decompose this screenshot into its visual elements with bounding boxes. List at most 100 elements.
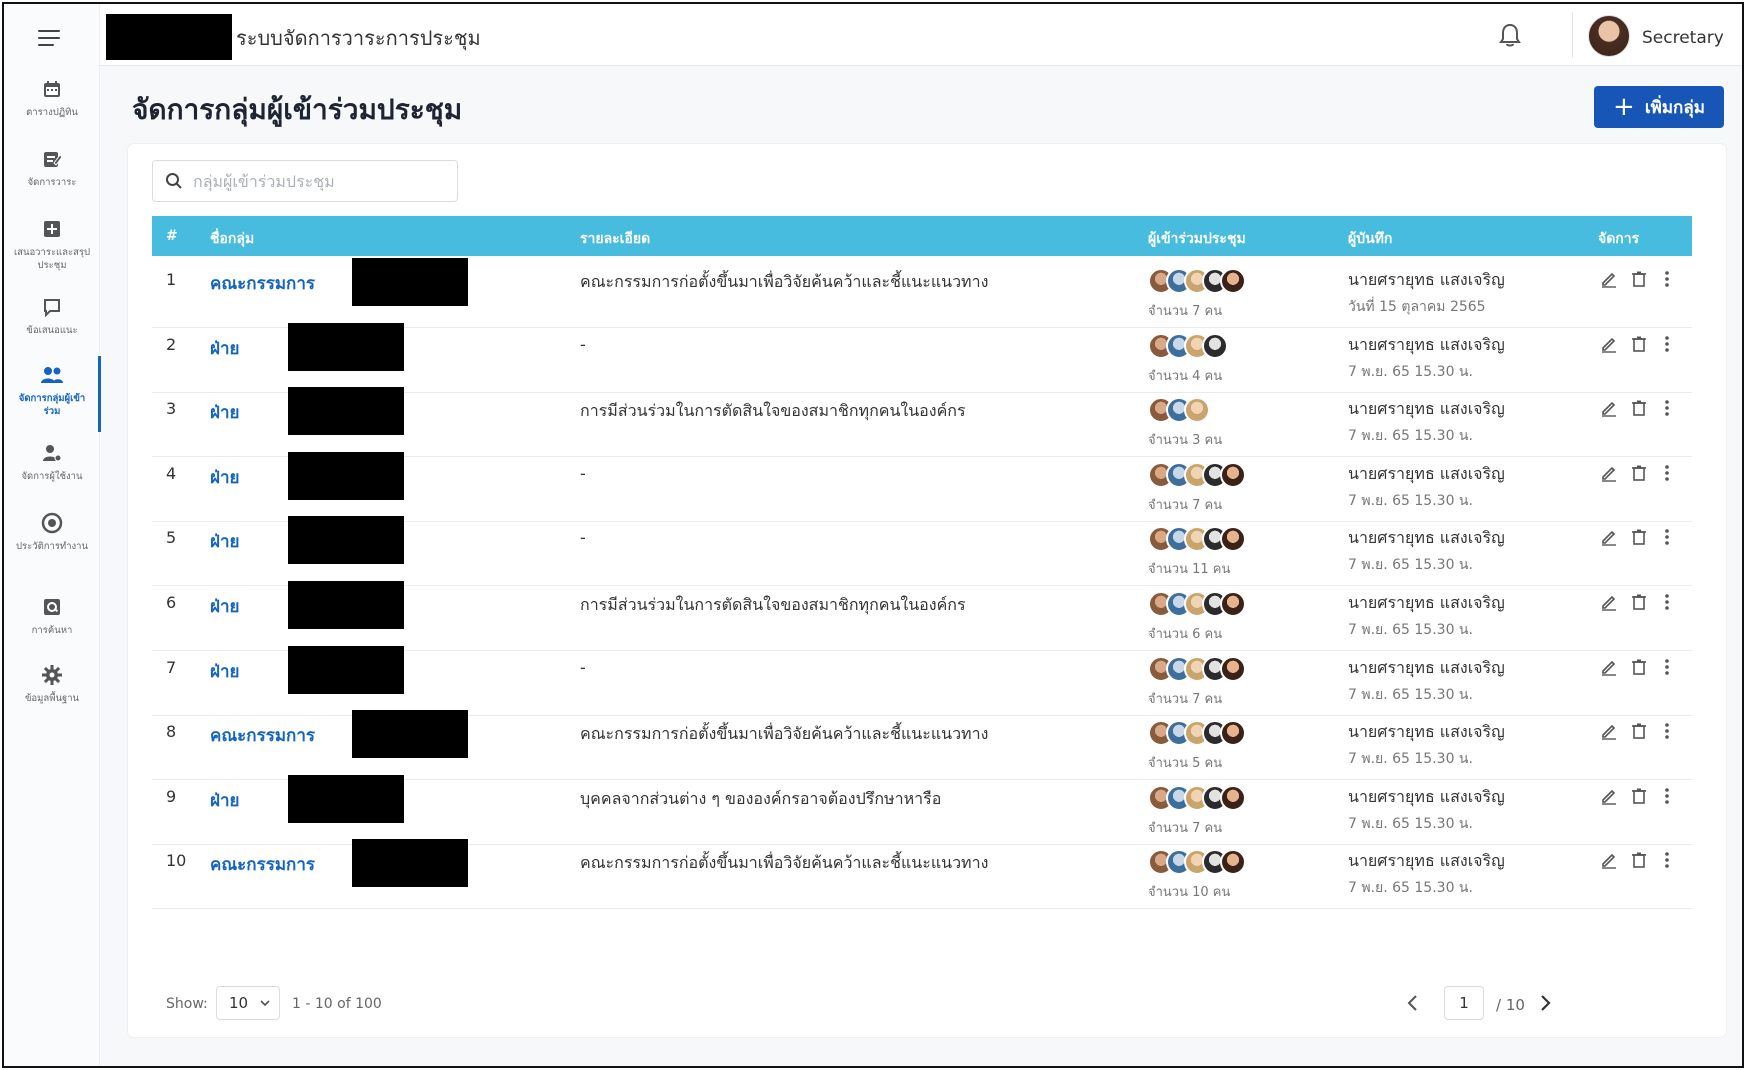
groups-card: # ชื่อกลุ่ม รายละเอียด ผู้เข้าร่วมประชุม… (128, 144, 1726, 1037)
group-name-link[interactable]: ฝ่าย (210, 658, 239, 685)
trash-icon[interactable] (1628, 526, 1650, 548)
sidebar-item-users[interactable]: จัดการผู้ใช้งาน (4, 440, 100, 483)
group-name-link[interactable]: ฝ่าย (210, 464, 239, 491)
group-description: คณะกรรมการก่อตั้งขึ้นมาเพื่อวิจัยค้นคว้า… (580, 853, 989, 873)
redacted-name (352, 839, 468, 888)
trash-icon[interactable] (1628, 268, 1650, 290)
group-name-link[interactable]: คณะกรรมการ (210, 851, 315, 878)
group-description: คณะกรรมการก่อตั้งขึ้นมาเพื่อวิจัยค้นคว้า… (580, 272, 989, 291)
sidebar-item-label: ข้อเสนอแนะ (26, 325, 78, 336)
recorder-name: นายศรายุทธ แสงเจริญ (1348, 722, 1505, 742)
redacted-name (288, 322, 404, 371)
group-name-link[interactable]: ฝ่าย (210, 787, 239, 814)
edit-icon[interactable] (1598, 397, 1620, 419)
redacted-name (352, 258, 468, 306)
trash-icon[interactable] (1628, 656, 1650, 678)
trash-icon[interactable] (1628, 333, 1650, 355)
more-vert-icon[interactable] (1656, 397, 1678, 419)
more-vert-icon[interactable] (1656, 720, 1678, 742)
member-count: จำนวน 7 คน (1148, 691, 1223, 707)
edit-icon[interactable] (1598, 268, 1620, 290)
table-row: 10 คณะกรรมการ คณะกรรมการก่อตั้งขึ้นมาเพื่อ… (152, 837, 1692, 910)
search-box[interactable] (152, 160, 458, 202)
chevron-left-icon[interactable] (1402, 992, 1424, 1014)
sidebar-item-search[interactable]: การค้นหา (4, 594, 100, 637)
user-name[interactable]: Secretary (1642, 28, 1724, 48)
col-header-members[interactable]: ผู้เข้าร่วมประชุม (1148, 228, 1246, 250)
edit-icon[interactable] (1598, 720, 1620, 742)
col-header-desc[interactable]: รายละเอียด (580, 228, 650, 250)
member-avatars[interactable] (1148, 655, 1246, 684)
group-name-link[interactable]: ฝ่าย (210, 399, 239, 426)
edit-icon[interactable] (1598, 526, 1620, 548)
avatar[interactable] (1588, 15, 1630, 57)
more-vert-icon[interactable] (1656, 849, 1678, 871)
group-name-link[interactable]: ฝ่าย (210, 593, 239, 620)
member-avatars[interactable] (1148, 591, 1246, 619)
search-input[interactable] (193, 171, 443, 191)
member-avatars[interactable] (1148, 397, 1210, 425)
member-avatars[interactable] (1148, 332, 1228, 361)
redacted-logo (106, 14, 232, 60)
edit-icon[interactable] (1598, 849, 1620, 871)
app-title: ระบบจัดการวาระการประชุม (236, 26, 481, 50)
top-bar: ระบบจัดการวาระการประชุม Secretary (100, 4, 1742, 66)
trash-icon[interactable] (1628, 785, 1650, 807)
more-vert-icon[interactable] (1656, 462, 1678, 484)
more-vert-icon[interactable] (1656, 526, 1678, 548)
edit-icon[interactable] (1598, 333, 1620, 355)
group-name-link[interactable]: ฝ่าย (210, 528, 239, 555)
col-header-name[interactable]: ชื่อกลุ่ม (210, 228, 254, 250)
add-note-icon (39, 216, 65, 242)
member-avatars[interactable] (1148, 268, 1246, 296)
group-description: คณะกรรมการก่อตั้งขึ้นมาเพื่อวิจัยค้นคว้า… (580, 724, 989, 744)
more-vert-icon[interactable] (1656, 591, 1678, 613)
sidebar-item-history[interactable]: ประวัติการทำงาน (4, 510, 100, 553)
redacted-name (352, 710, 468, 759)
group-description: การมีส่วนร่วมในการตัดสินใจของสมาชิกทุกคน… (580, 401, 966, 421)
menu-toggle-icon[interactable] (38, 28, 64, 48)
avatar (1184, 397, 1210, 424)
sidebar-item-feedback[interactable]: ข้อเสนอแนะ (4, 294, 100, 337)
sidebar-item-propose[interactable]: เสนอวาระและสรุปประชุม (4, 216, 100, 272)
trash-icon[interactable] (1628, 462, 1650, 484)
edit-icon[interactable] (1598, 462, 1620, 484)
member-avatars[interactable] (1148, 526, 1246, 554)
trash-icon[interactable] (1628, 591, 1650, 613)
show-label: Show: (166, 996, 208, 1012)
group-name-link[interactable]: คณะกรรมการ (210, 270, 315, 297)
sidebar-item-settings[interactable]: ข้อมูลพื้นฐาน (4, 662, 100, 705)
chevron-right-icon[interactable] (1534, 992, 1556, 1014)
col-header-recorder[interactable]: ผู้บันทึก (1348, 228, 1392, 250)
edit-icon[interactable] (1598, 591, 1620, 613)
more-vert-icon[interactable] (1656, 333, 1678, 355)
trash-icon[interactable] (1628, 849, 1650, 871)
member-avatars[interactable] (1148, 461, 1246, 490)
sidebar-item-groups[interactable]: จัดการกลุ่มผู้เข้าร่วม (4, 356, 101, 432)
member-avatars[interactable] (1148, 784, 1246, 813)
avatar (1220, 784, 1246, 811)
add-group-button[interactable]: + เพิ่มกลุ่ม (1594, 86, 1724, 128)
group-description: - (580, 334, 586, 354)
table-row: 1 คณะกรรมการ คณะกรรมการก่อตั้งขึ้นมาเพื่อว… (152, 256, 1692, 328)
trash-icon[interactable] (1628, 720, 1650, 742)
edit-icon[interactable] (1598, 656, 1620, 678)
sidebar-item-label: จัดการผู้ใช้งาน (21, 471, 83, 482)
more-vert-icon[interactable] (1656, 656, 1678, 678)
group-icon (39, 362, 65, 388)
group-description: - (580, 528, 586, 548)
more-vert-icon[interactable] (1656, 268, 1678, 290)
group-name-link[interactable]: ฝ่าย (210, 335, 239, 362)
page-size-select[interactable]: 10 (216, 986, 280, 1020)
record-date: 7 พ.ย. 65 15.30 น. (1348, 622, 1473, 638)
member-avatars[interactable] (1148, 720, 1246, 748)
bell-icon[interactable] (1498, 22, 1524, 50)
page-number-input[interactable]: 1 (1444, 986, 1484, 1020)
trash-icon[interactable] (1628, 397, 1650, 419)
edit-icon[interactable] (1598, 785, 1620, 807)
group-name-link[interactable]: คณะกรรมการ (210, 722, 315, 749)
member-avatars[interactable] (1148, 849, 1246, 877)
sidebar-item-calendar[interactable]: ตารางปฏิทิน (4, 76, 100, 119)
sidebar-item-agenda[interactable]: จัดการวาระ (4, 146, 100, 189)
more-vert-icon[interactable] (1656, 785, 1678, 807)
